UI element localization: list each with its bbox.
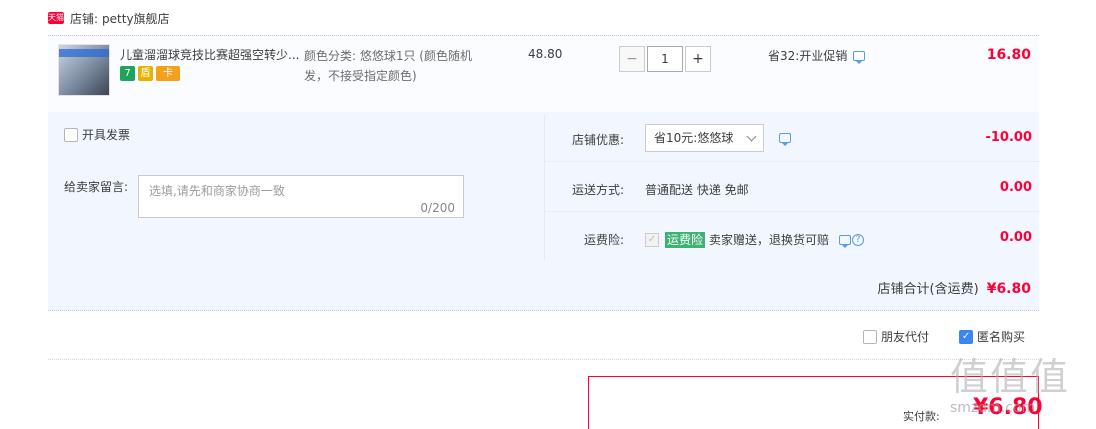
- item-thumbnail[interactable]: [58, 44, 110, 96]
- shop-discount-selected: 省10元:悠悠球: [654, 131, 734, 145]
- friend-pay-option[interactable]: 朋友代付: [863, 328, 929, 345]
- item-badges: 7 盾 卡: [120, 66, 180, 81]
- message-textarea[interactable]: 选填,请先和商家协商一致 0/200: [138, 175, 464, 218]
- item-total: 16.80: [986, 47, 1031, 63]
- shield-icon[interactable]: 盾: [138, 66, 153, 81]
- message-label: 给卖家留言:: [64, 180, 129, 194]
- insurance-row: 运费险: ✓ 运费险 卖家赠送，退换货可赔 ? 0.00: [545, 214, 1040, 262]
- shop-total-value: ¥6.80: [986, 281, 1031, 297]
- insurance-amount: 0.00: [999, 230, 1032, 245]
- payment-options: 朋友代付 ✓ 匿名购买: [863, 328, 1025, 345]
- shop-name-link[interactable]: petty旗舰店: [102, 10, 170, 27]
- promo-text: 省32:开业促销: [768, 49, 848, 63]
- chat-bubble-icon[interactable]: [779, 133, 791, 146]
- promo-info: 省32:开业促销: [768, 47, 866, 64]
- price-details: 店铺优惠: 省10元:悠悠球 -10.00 运送方式: 普通配送 快递 免邮 0…: [544, 114, 1040, 262]
- tmall-icon: 天猫: [48, 12, 64, 24]
- anonymous-label: 匿名购买: [977, 330, 1026, 344]
- insurance-label: 运费险:: [583, 233, 624, 247]
- shipping-method: 普通配送 快递 免邮: [645, 183, 749, 197]
- shipping-amount: 0.00: [999, 180, 1032, 195]
- item-sku: 颜色分类: 悠悠球1只 (颜色随机发，不接受指定颜色): [304, 49, 472, 83]
- friend-pay-label: 朋友代付: [881, 330, 930, 344]
- watermark-text: smzdm.com: [950, 400, 1036, 416]
- anonymous-checkbox[interactable]: ✓: [959, 329, 974, 344]
- invoice-option[interactable]: 开具发票: [64, 126, 130, 143]
- chat-bubble-icon[interactable]: [853, 50, 866, 64]
- shipping-row: 运送方式: 普通配送 快递 免邮 0.00: [545, 164, 1040, 212]
- order-block: 儿童溜溜球竞技比赛超强空转少... 7 盾 卡 颜色分类: 悠悠球1只 (颜色随…: [48, 35, 1040, 312]
- shop-discount-label: 店铺优惠:: [571, 133, 624, 147]
- item-row: 儿童溜溜球竞技比赛超强空转少... 7 盾 卡 颜色分类: 悠悠球1只 (颜色随…: [48, 36, 1039, 112]
- shop-total-row: 店铺合计(含运费) ¥6.80: [48, 262, 1039, 312]
- invoice-label: 开具发票: [82, 128, 131, 142]
- invoice-checkbox[interactable]: [64, 127, 78, 142]
- unit-price: 48.80: [528, 47, 563, 61]
- watermark-logo: 值值值: [950, 355, 1071, 399]
- message-placeholder: 选填,请先和商家协商一致: [149, 184, 285, 198]
- help-icon[interactable]: ?: [852, 233, 865, 246]
- quantity-input[interactable]: 1: [647, 46, 683, 72]
- decrease-button[interactable]: −: [619, 46, 645, 72]
- shop-discount-select[interactable]: 省10元:悠悠球: [645, 124, 764, 152]
- shop-label: 店铺:: [70, 11, 99, 26]
- order-extras: 开具发票 给卖家留言: 选填,请先和商家协商一致 0/200: [48, 114, 543, 260]
- chat-bubble-icon[interactable]: [839, 234, 852, 248]
- chevron-down-icon: [746, 131, 757, 142]
- quantity-stepper: − 1 +: [619, 46, 711, 72]
- friend-pay-checkbox[interactable]: [863, 329, 877, 344]
- insurance-badge: 运费险: [665, 231, 706, 248]
- seven-day-return-icon[interactable]: 7: [120, 66, 135, 81]
- shop-header: 天猫 店铺: petty旗舰店: [48, 8, 170, 28]
- shop-discount-row: 店铺优惠: 省10元:悠悠球 -10.00: [545, 114, 1040, 162]
- insurance-checkbox: ✓: [645, 232, 659, 247]
- shop-total-label: 店铺合计(含运费): [877, 282, 979, 297]
- increase-button[interactable]: +: [685, 46, 711, 72]
- anonymous-option[interactable]: ✓ 匿名购买: [959, 328, 1025, 345]
- payment-label: 实付款:: [903, 410, 940, 423]
- shop-discount-amount: -10.00: [985, 130, 1032, 145]
- item-title-link[interactable]: 儿童溜溜球竞技比赛超强空转少...: [120, 46, 300, 63]
- message-counter: 0/200: [420, 201, 455, 215]
- credit-card-icon[interactable]: 卡: [156, 66, 180, 81]
- divider: [48, 359, 1039, 360]
- insurance-text: 卖家赠送，退换货可赔: [709, 233, 830, 247]
- shipping-label: 运送方式:: [571, 183, 624, 197]
